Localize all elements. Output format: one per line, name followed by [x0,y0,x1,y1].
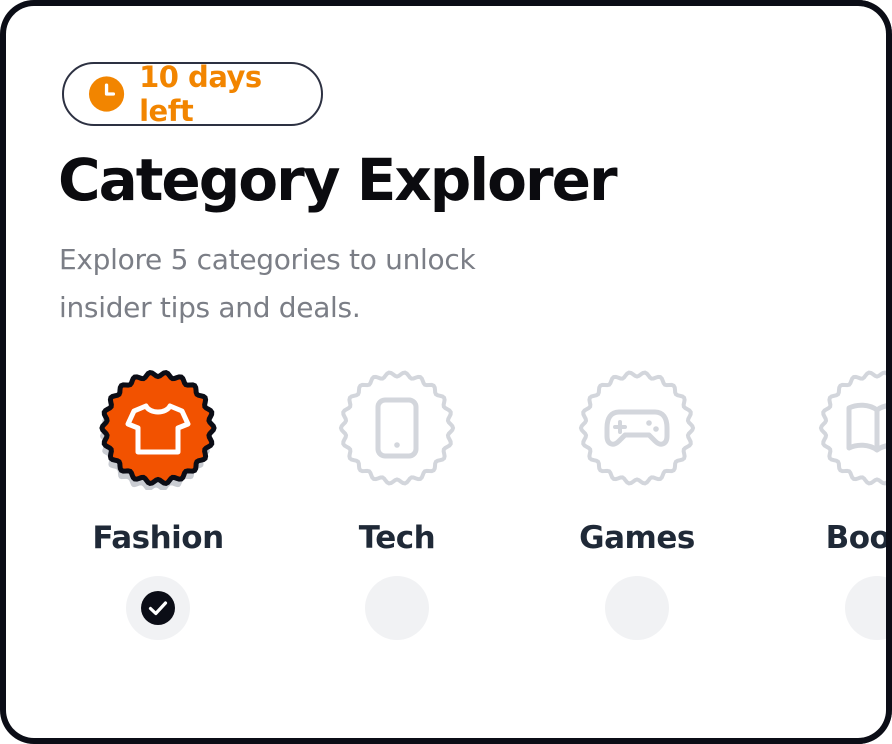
category-fashion[interactable]: Fashion [38,366,278,640]
category-games[interactable]: Games [517,366,757,640]
clock-icon [88,76,125,112]
page-title: Category Explorer [58,146,618,214]
phone-icon [338,370,456,486]
gamepad-icon [578,370,696,486]
category-label: Tech [358,520,436,556]
completion-indicator [605,576,669,640]
time-left-badge: 10 days left [62,60,323,128]
category-label: Books [825,520,892,556]
completion-indicator [365,576,429,640]
time-left-text: 10 days left [139,60,262,128]
book-icon [818,370,892,486]
category-books[interactable]: Books [757,366,892,640]
page-subtitle: Explore 5 categories to unlock insider t… [59,243,476,324]
completion-indicator [126,576,190,640]
category-label: Fashion [92,520,224,556]
category-label: Games [579,520,695,556]
checkmark-icon [141,591,175,625]
category-explorer-card: 10 days left Category Explorer Explore 5… [0,0,892,744]
tshirt-icon [99,369,217,490]
completion-indicator [845,576,892,640]
category-tech[interactable]: Tech [277,366,517,640]
